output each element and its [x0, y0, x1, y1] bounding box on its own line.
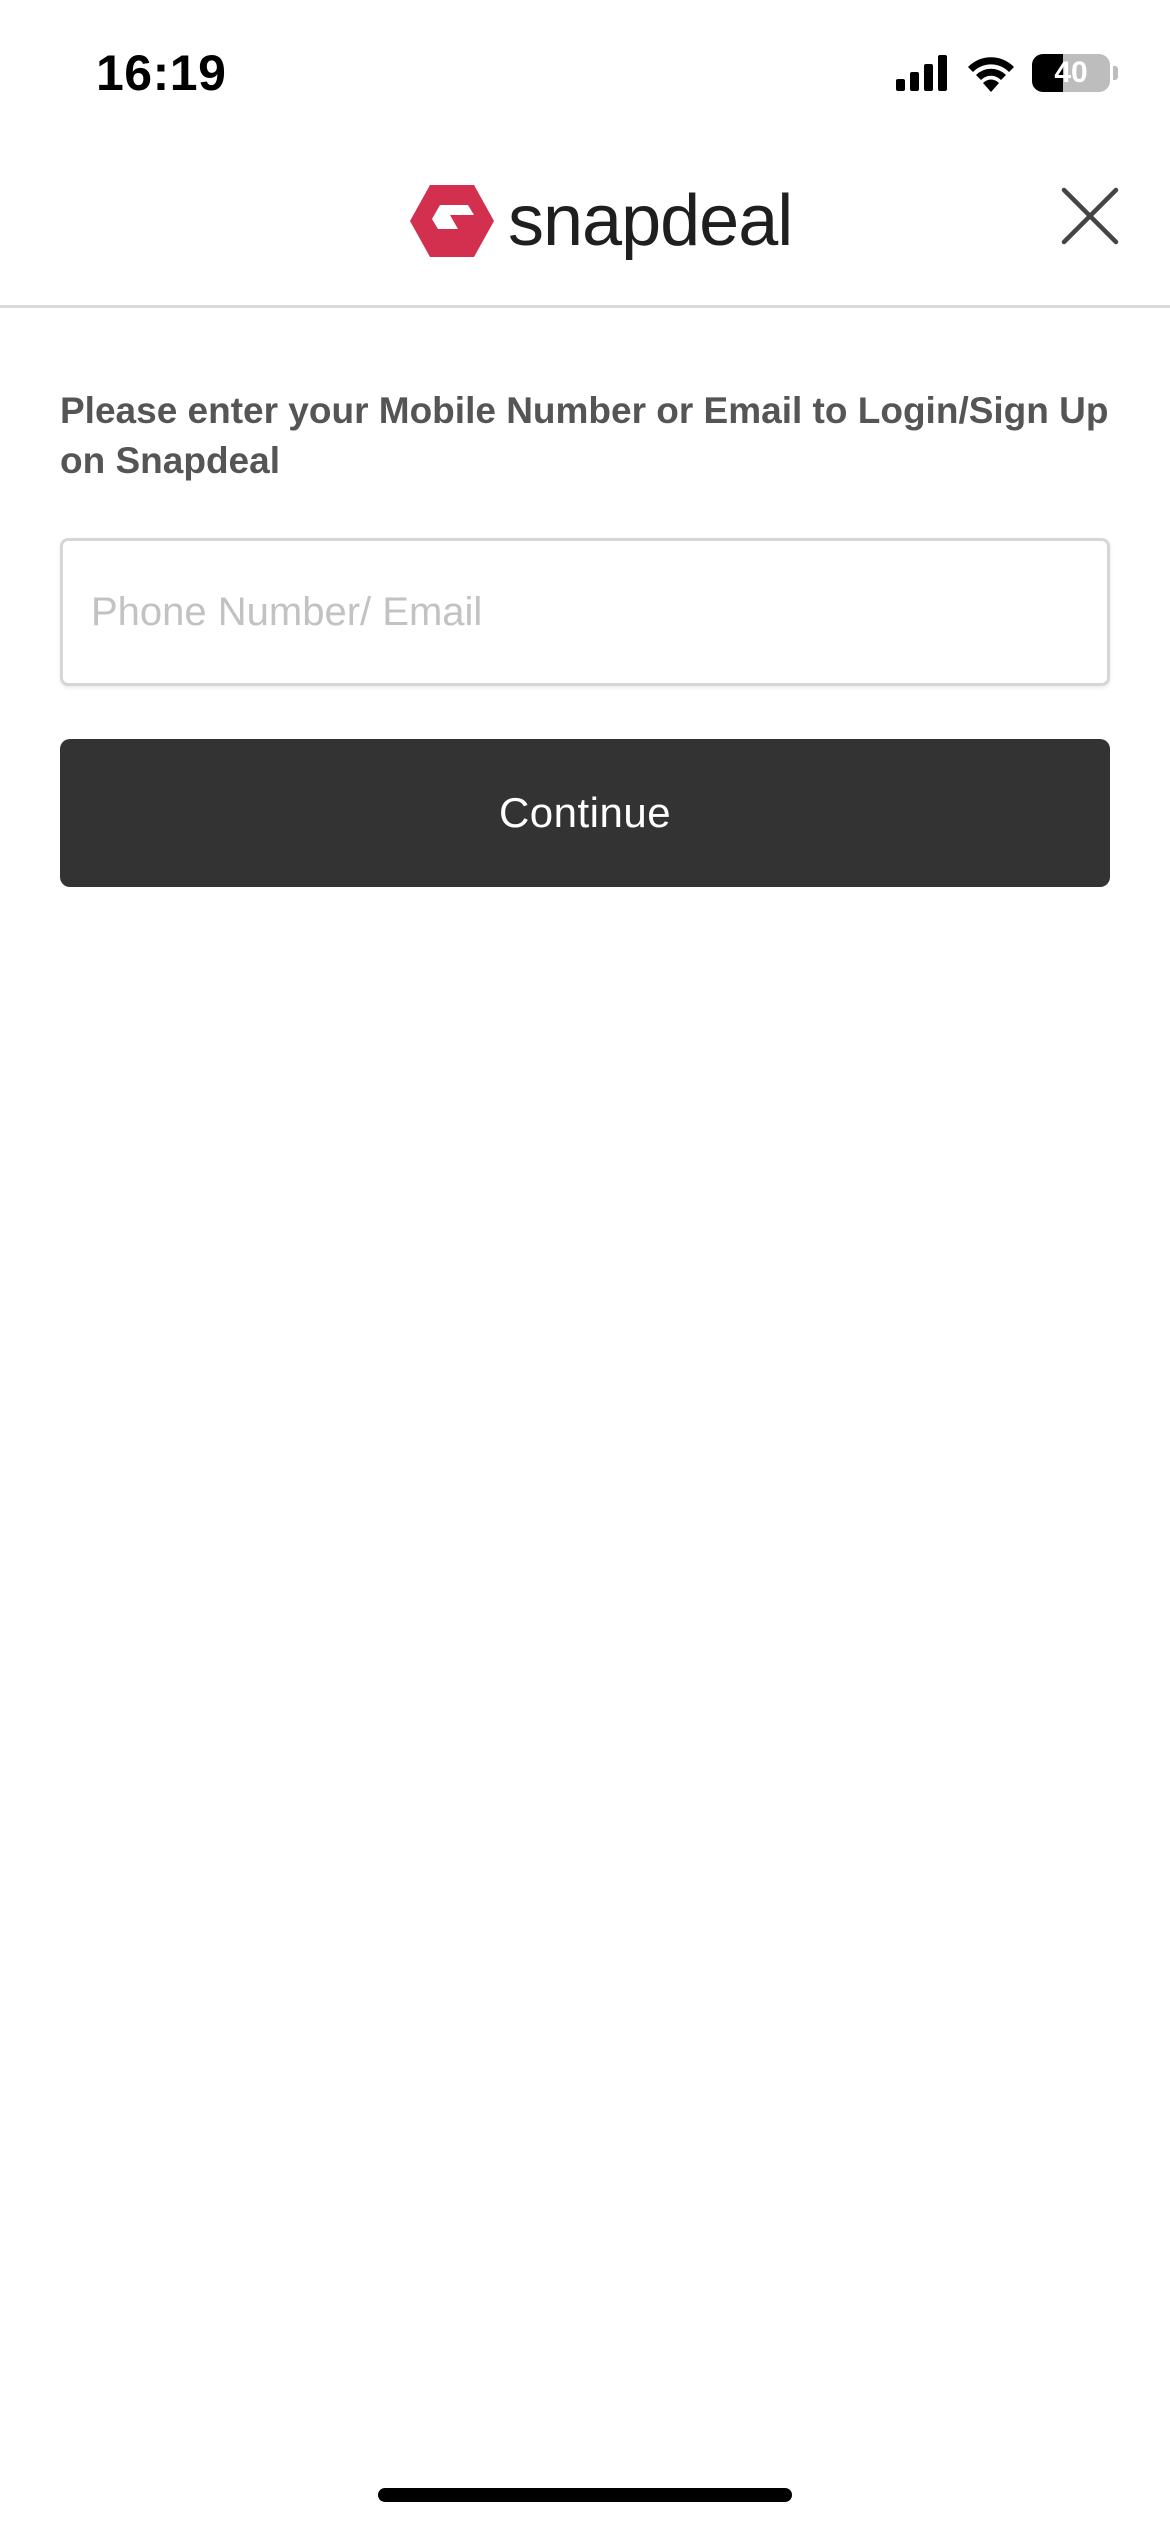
battery-icon: 40 [1032, 54, 1110, 92]
header: snapdeal [0, 140, 1170, 308]
status-time: 16:19 [96, 45, 227, 101]
phone-email-field-container [60, 538, 1110, 686]
cellular-signal-icon [896, 55, 950, 91]
home-indicator [378, 2488, 792, 2502]
battery-tip [1113, 66, 1118, 80]
logo-text: snapdeal [508, 181, 793, 261]
close-icon [1061, 187, 1119, 245]
close-button[interactable] [1054, 180, 1126, 252]
snapdeal-logo-icon [410, 183, 494, 259]
login-screen: 16:19 40 snapdeal Please enter your Mobi… [0, 0, 1170, 2532]
wifi-icon [966, 54, 1016, 92]
snapdeal-logo: snapdeal [410, 176, 793, 266]
battery-level: 40 [1054, 56, 1088, 89]
login-form: Please enter your Mobile Number or Email… [60, 386, 1110, 887]
login-prompt: Please enter your Mobile Number or Email… [60, 390, 1109, 481]
status-icons: 40 [896, 50, 1118, 96]
continue-button[interactable]: Continue [60, 739, 1110, 887]
status-bar: 16:19 40 [0, 0, 1170, 140]
phone-email-input[interactable] [63, 541, 1107, 683]
